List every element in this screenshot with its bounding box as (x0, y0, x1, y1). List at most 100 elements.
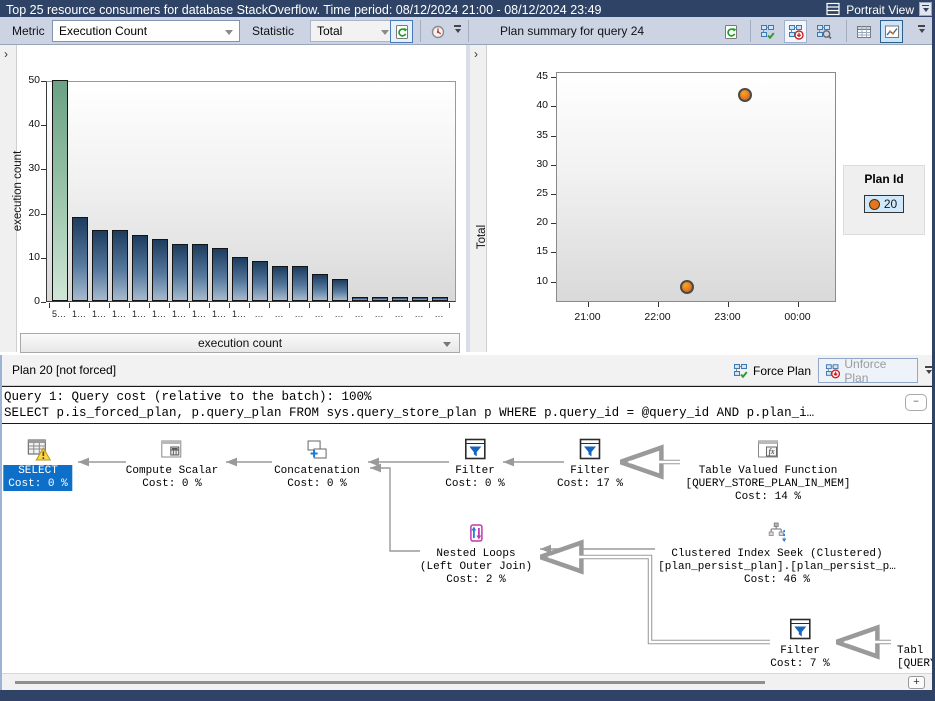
svg-text:fx: fx (768, 447, 774, 456)
plan-node-nested-loops[interactable]: Nested Loops(Left Outer Join)Cost: 2 % (420, 520, 532, 587)
scatter-y-tick (551, 252, 556, 253)
scatter-y-tick-label: 25 (518, 187, 548, 199)
scatter-y-axis-title: Total (476, 127, 488, 347)
resource-consumers-chart-panel: › execution count execution count 010203… (0, 45, 466, 352)
plan-node-label: Nested Loops(Left Outer Join)Cost: 2 % (420, 548, 532, 587)
bar-y-tick (41, 302, 46, 303)
portrait-view-button[interactable]: Portrait View (846, 3, 914, 17)
bar-query-9[interactable] (212, 248, 228, 301)
bar-x-category-label: … (329, 309, 349, 319)
plan-summary-overflow-button[interactable] (916, 25, 927, 35)
plan-node-label: FilterCost: 17 % (557, 465, 623, 491)
scatter-y-tick (551, 223, 556, 224)
bar-x-category-label: … (409, 309, 429, 319)
metric-dropdown[interactable]: Execution Count (52, 20, 240, 42)
bar-query-7[interactable] (172, 244, 188, 301)
window-left-edge (0, 355, 2, 690)
compare-plans-toolbar-button[interactable] (812, 20, 835, 43)
title-overflow-button[interactable] (919, 2, 932, 16)
plan-node-clustered-index-seek[interactable]: Clustered Index Seek (Clustered)[plan_pe… (658, 520, 896, 587)
grid-icon (856, 24, 872, 40)
plan-node-filter-2[interactable]: FilterCost: 17 % (557, 437, 623, 491)
plan-node-filter-1[interactable]: FilterCost: 0 % (445, 437, 504, 491)
bar-x-category-label: … (349, 309, 369, 319)
bar-query-5[interactable] (132, 235, 148, 301)
bar-query-16[interactable] (352, 297, 368, 301)
plan-node-concatenation[interactable]: ConcatenationCost: 0 % (274, 437, 360, 491)
scatter-x-tick-label: 21:00 (564, 311, 612, 323)
query-text-pane: Query 1: Query cost (relative to the bat… (0, 386, 935, 424)
scatter-x-tick (658, 302, 659, 307)
index-seek-icon (658, 520, 896, 548)
scatter-y-tick-label: 45 (518, 70, 548, 82)
scatter-x-tick-label: 22:00 (634, 311, 682, 323)
scatter-y-tick-label: 35 (518, 129, 548, 141)
unforce-plan-toolbar-button[interactable] (784, 20, 807, 43)
statistic-dropdown[interactable]: Total (310, 20, 396, 42)
bar-x-tick (289, 303, 290, 308)
scatter-plot-area (556, 72, 836, 302)
toolbar-overflow-button[interactable] (452, 25, 463, 35)
bar-query-14[interactable] (312, 274, 328, 301)
bar-query-13[interactable] (292, 266, 308, 301)
x-axis-metric-dropdown[interactable]: execution count (20, 333, 460, 353)
bar-x-tick (269, 303, 270, 308)
plan-node-table-valued-function-2[interactable]: Tabl[QUERY (897, 617, 932, 671)
plan-action-bar: Plan 20 [not forced] Force Plan Unforce … (0, 355, 935, 386)
bar-x-category-label: 1… (169, 309, 189, 319)
bar-query-15[interactable] (332, 279, 348, 301)
scrollbar-thumb[interactable] (15, 681, 765, 684)
horizontal-scrollbar[interactable]: + (0, 673, 935, 690)
expand-grid-icon[interactable]: › (474, 47, 478, 61)
grid-view-button[interactable] (852, 20, 875, 43)
bar-query-4[interactable] (112, 230, 128, 301)
bar-y-tick (41, 258, 46, 259)
configure-button[interactable] (426, 20, 449, 43)
bar-query-6[interactable] (152, 239, 168, 301)
bar-chart-y-axis-title: execution count (12, 81, 24, 301)
zoom-plus-button[interactable]: + (908, 676, 925, 689)
expand-grid-icon[interactable]: › (4, 47, 8, 61)
chart-icon (884, 24, 900, 40)
scatter-point-plan-20[interactable] (680, 280, 694, 294)
plan-node-compute-scalar[interactable]: Compute ScalarCost: 0 % (126, 437, 218, 491)
legend-item-plan-20[interactable]: 20 (864, 195, 904, 213)
scatter-y-tick (551, 106, 556, 107)
bar-query-20[interactable] (432, 297, 448, 301)
charts-region: › execution count execution count 010203… (0, 45, 935, 352)
bar-query-17[interactable] (372, 297, 388, 301)
refresh-plan-summary-button[interactable] (719, 20, 742, 43)
bar-query-3[interactable] (92, 230, 108, 301)
scatter-y-tick-label: 10 (518, 275, 548, 287)
scatter-y-tick (551, 282, 556, 283)
collapse-query-text-button[interactable]: – (905, 394, 927, 411)
chart-view-button[interactable] (880, 20, 903, 43)
bar-x-tick (449, 303, 450, 308)
plan-node-filter-3[interactable]: FilterCost: 7 % (770, 617, 829, 671)
bar-query-8[interactable] (192, 244, 208, 301)
force-plan-icon (760, 24, 776, 40)
metric-label: Metric (12, 21, 45, 41)
window-bottom-edge (0, 690, 935, 701)
plan-node-table-valued-function[interactable]: fxTable Valued Function[QUERY_STORE_PLAN… (685, 437, 850, 504)
scatter-point-plan-20[interactable] (738, 88, 752, 102)
force-plan-button[interactable]: Force Plan (727, 358, 817, 383)
scatter-x-tick-label: 23:00 (704, 311, 752, 323)
bar-query-11[interactable] (252, 261, 268, 301)
plan-node-label: FilterCost: 0 % (445, 465, 504, 491)
bar-query-19[interactable] (412, 297, 428, 301)
unforce-plan-button[interactable]: Unforce Plan (818, 358, 918, 383)
bar-query-1[interactable] (52, 80, 68, 301)
bar-query-18[interactable] (392, 297, 408, 301)
execution-plan-diagram: SELECTCost: 0 % Compute ScalarCost: 0 % Co… (0, 424, 932, 673)
plan-node-label: FilterCost: 7 % (770, 645, 829, 671)
bar-x-category-label: 1… (109, 309, 129, 319)
force-plan-toolbar-button[interactable] (756, 20, 779, 43)
refresh-button[interactable] (390, 20, 413, 43)
bar-query-12[interactable] (272, 266, 288, 301)
scatter-x-tick (728, 302, 729, 307)
scatter-x-tick (798, 302, 799, 307)
plan-node-select[interactable]: SELECTCost: 0 % (3, 437, 72, 491)
bar-query-10[interactable] (232, 257, 248, 301)
bar-query-2[interactable] (72, 217, 88, 301)
